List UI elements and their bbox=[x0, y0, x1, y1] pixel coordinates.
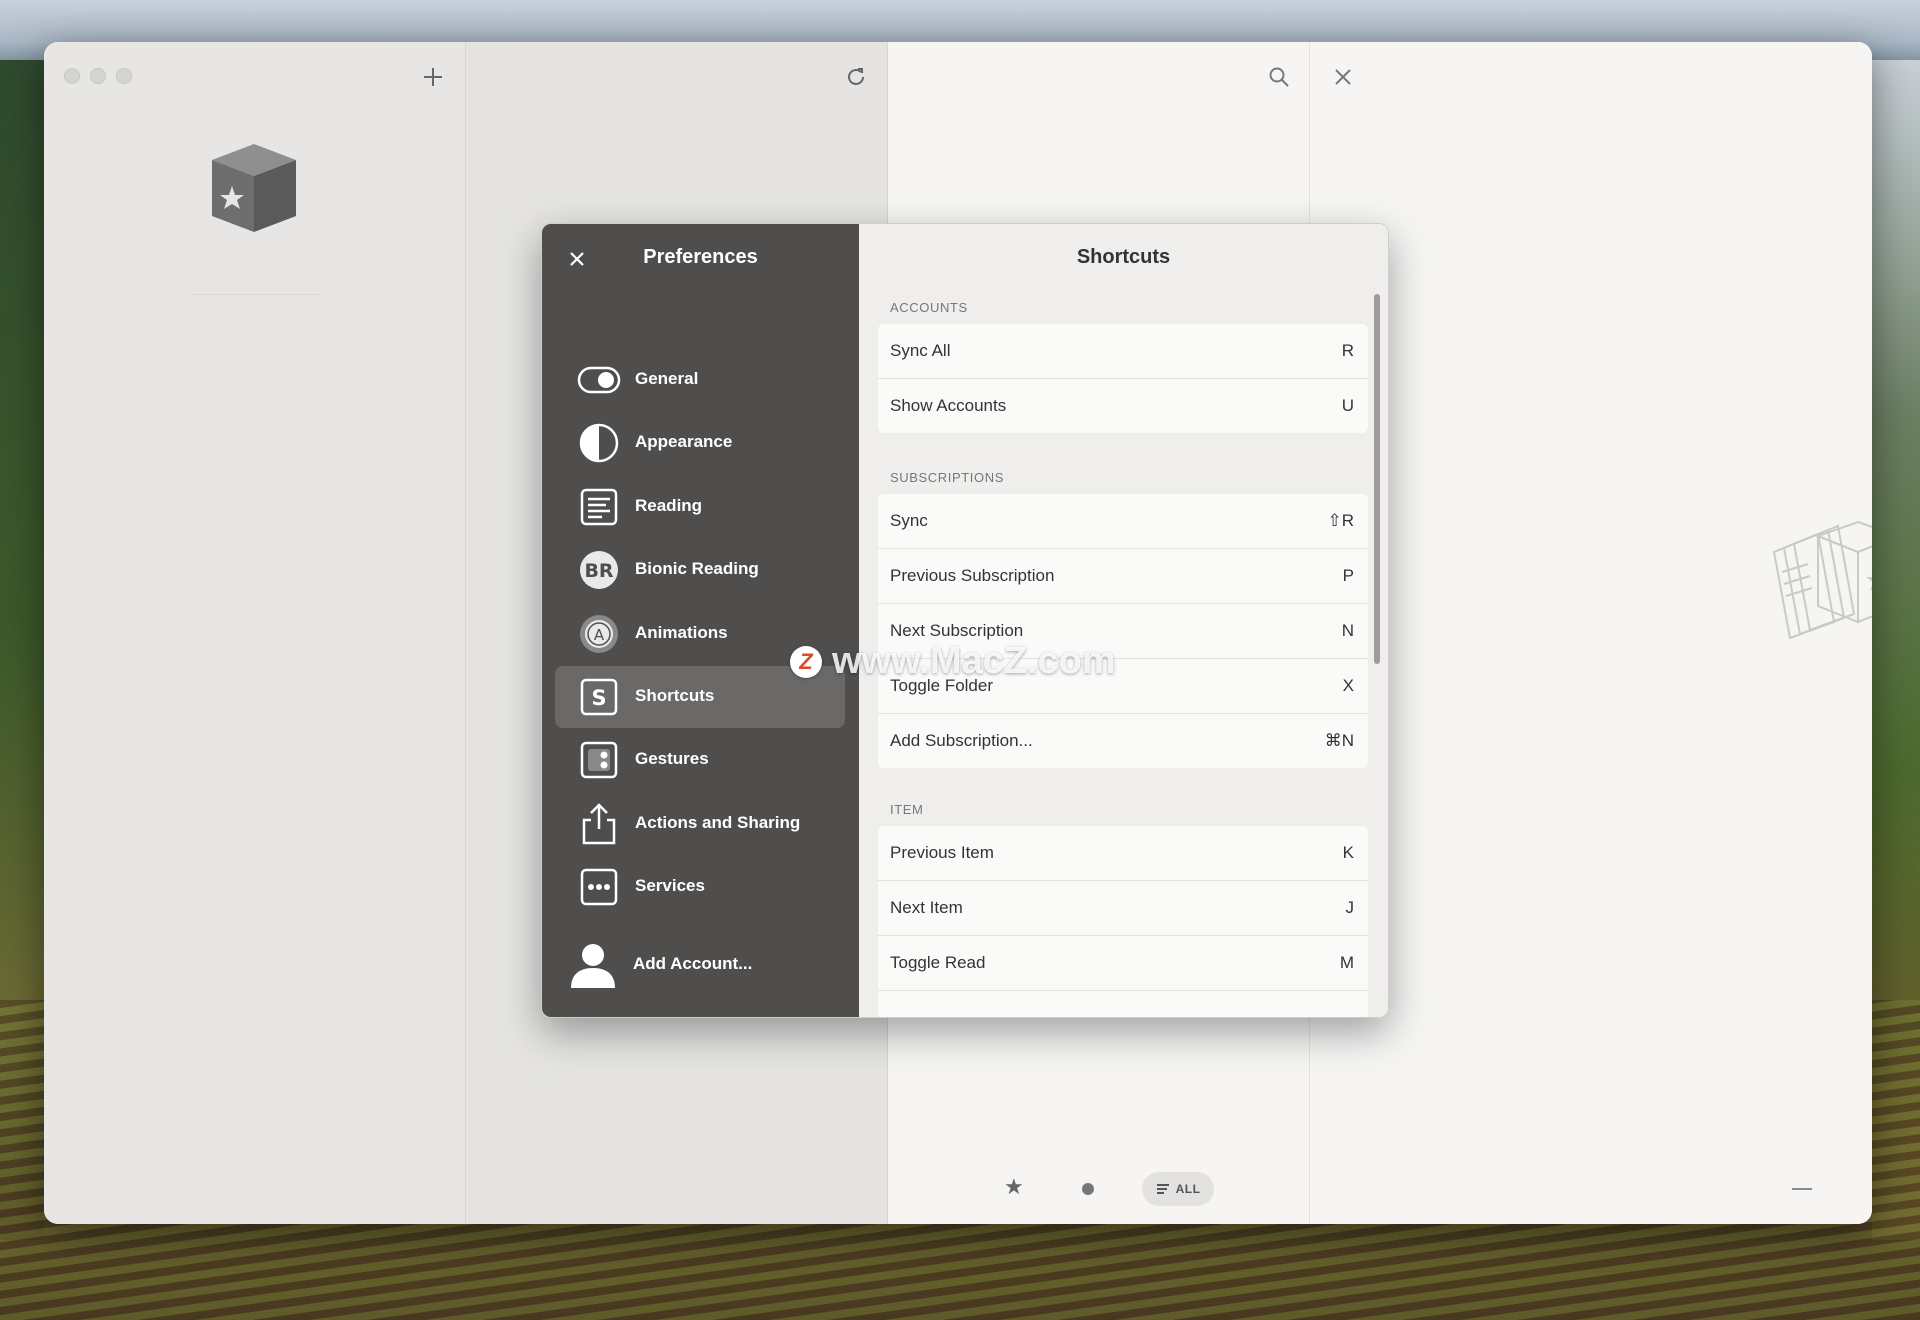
nav-item-bionic-reading[interactable]: BR Bionic Reading bbox=[555, 539, 845, 601]
shortcut-name: Previous Subscription bbox=[890, 566, 1055, 585]
nav-label: Services bbox=[635, 876, 705, 896]
share-icon bbox=[577, 803, 621, 845]
window-minimize-button[interactable] bbox=[90, 68, 106, 84]
add-account-button[interactable]: Add Account... bbox=[568, 940, 838, 994]
shortcut-row[interactable]: Previous Item K bbox=[878, 826, 1368, 881]
app-logo-icon bbox=[212, 144, 296, 232]
watermark-badge: Z bbox=[790, 645, 822, 678]
minus-icon[interactable] bbox=[1792, 1188, 1812, 1190]
plus-icon[interactable] bbox=[418, 62, 448, 92]
shortcut-name: Toggle Read bbox=[890, 953, 986, 972]
shortcut-name: Next Subscription bbox=[890, 621, 1024, 640]
shortcut-name: Sync bbox=[890, 511, 928, 530]
shortcut-name: Previous Item bbox=[890, 843, 994, 862]
nav-label: Animations bbox=[635, 622, 728, 642]
shortcut-key[interactable]: ⇧R bbox=[1327, 511, 1354, 531]
svg-text:S: S bbox=[591, 686, 606, 710]
shortcut-key[interactable]: K bbox=[1343, 843, 1354, 863]
shortcuts-icon: S bbox=[577, 676, 621, 718]
animations-icon: A bbox=[577, 613, 621, 655]
preferences-title: Preferences bbox=[643, 246, 758, 268]
star-icon[interactable]: ★ bbox=[1004, 1174, 1024, 1200]
nav-label: Actions and Sharing bbox=[635, 812, 801, 832]
refresh-icon[interactable] bbox=[841, 62, 871, 92]
section-header: ITEM bbox=[890, 802, 924, 817]
section-header: SUBSCRIPTIONS bbox=[890, 470, 1004, 485]
half-circle-icon bbox=[577, 422, 621, 464]
bionic-reading-icon: BR bbox=[577, 549, 621, 591]
person-icon bbox=[571, 944, 615, 988]
watermark: Z www.MacZ.com bbox=[790, 640, 1116, 683]
nav-item-services[interactable]: Services bbox=[555, 856, 845, 918]
shortcut-key[interactable]: J bbox=[1346, 898, 1355, 918]
shortcut-row[interactable]: Toggle Read M bbox=[878, 936, 1368, 991]
empty-state-illustration bbox=[1772, 520, 1872, 640]
filter-all-button[interactable]: ALL bbox=[1142, 1172, 1214, 1206]
add-account-label: Add Account... bbox=[633, 954, 753, 973]
accounts-column bbox=[44, 42, 466, 1224]
close-icon[interactable] bbox=[1328, 62, 1358, 92]
nav-label: Reading bbox=[635, 495, 703, 515]
shortcut-row[interactable]: Add Subscription... ⌘N bbox=[878, 714, 1368, 768]
shortcut-group: Previous Item K Next Item J Toggle Read M bbox=[878, 826, 1368, 1017]
shortcut-group: Sync All R Show Accounts U bbox=[878, 324, 1368, 433]
toggle-icon bbox=[577, 359, 621, 401]
shortcut-row[interactable]: Sync All R bbox=[878, 324, 1368, 379]
shortcut-row[interactable] bbox=[878, 991, 1368, 1017]
nav-item-reading[interactable]: Reading bbox=[555, 476, 845, 538]
shortcut-key[interactable]: ⌘N bbox=[1325, 731, 1354, 751]
shortcut-name: Next Item bbox=[890, 898, 963, 917]
preferences-sidebar: Preferences General Appearance Reading BR Bi… bbox=[542, 224, 859, 1017]
watermark-text: www.MacZ.com bbox=[832, 640, 1116, 682]
nav-label: Appearance bbox=[635, 432, 733, 452]
shortcut-row[interactable]: Next Item J bbox=[878, 881, 1368, 936]
shortcut-name: Show Accounts bbox=[890, 396, 1007, 415]
dot-icon[interactable] bbox=[1082, 1183, 1094, 1195]
svg-text:BR: BR bbox=[584, 560, 613, 582]
nav-item-gestures[interactable]: Gestures bbox=[555, 729, 845, 791]
nav-label: Gestures bbox=[635, 749, 709, 769]
window-close-button[interactable] bbox=[64, 68, 80, 84]
services-icon bbox=[577, 866, 621, 908]
shortcut-row[interactable]: Previous Subscription P bbox=[878, 549, 1368, 604]
scrollbar[interactable] bbox=[1374, 294, 1380, 664]
window-zoom-button[interactable] bbox=[116, 68, 132, 84]
nav-item-appearance[interactable]: Appearance bbox=[555, 412, 845, 474]
filter-all-label: ALL bbox=[1175, 1182, 1201, 1196]
shortcut-row[interactable]: Sync ⇧R bbox=[878, 494, 1368, 549]
panel-title: Shortcuts bbox=[1076, 246, 1171, 268]
shortcut-row[interactable]: Show Accounts U bbox=[878, 379, 1368, 433]
shortcut-name: Sync All bbox=[890, 341, 951, 360]
list-icon bbox=[1156, 1184, 1169, 1194]
shortcut-key[interactable]: M bbox=[1340, 953, 1354, 973]
shortcut-key[interactable]: X bbox=[1343, 676, 1354, 696]
nav-label: Shortcuts bbox=[635, 686, 715, 705]
nav-label: General bbox=[635, 369, 699, 388]
divider bbox=[190, 294, 320, 295]
nav-label: Bionic Reading bbox=[635, 559, 759, 579]
shortcut-key[interactable]: U bbox=[1342, 396, 1354, 416]
svg-text:A: A bbox=[594, 626, 605, 644]
preferences-dialog: Preferences General Appearance Reading BR Bi… bbox=[541, 223, 1389, 1018]
gestures-icon bbox=[577, 739, 621, 781]
search-icon[interactable] bbox=[1264, 62, 1294, 92]
shortcut-key[interactable]: P bbox=[1343, 566, 1354, 586]
document-icon bbox=[577, 486, 621, 528]
nav-item-general[interactable]: General bbox=[555, 349, 845, 411]
nav-item-actions-and-sharing[interactable]: Actions and Sharing bbox=[555, 793, 845, 855]
shortcut-key[interactable]: R bbox=[1342, 341, 1354, 361]
shortcut-key[interactable]: N bbox=[1342, 621, 1354, 641]
shortcuts-panel: Shortcuts ACCOUNTS Sync All R Show Accounts… bbox=[859, 224, 1388, 1017]
shortcut-name: Add Subscription... bbox=[890, 731, 1033, 750]
shortcut-group: Sync ⇧R Previous Subscription P Next Subscri… bbox=[878, 494, 1368, 768]
section-header: ACCOUNTS bbox=[890, 300, 968, 315]
